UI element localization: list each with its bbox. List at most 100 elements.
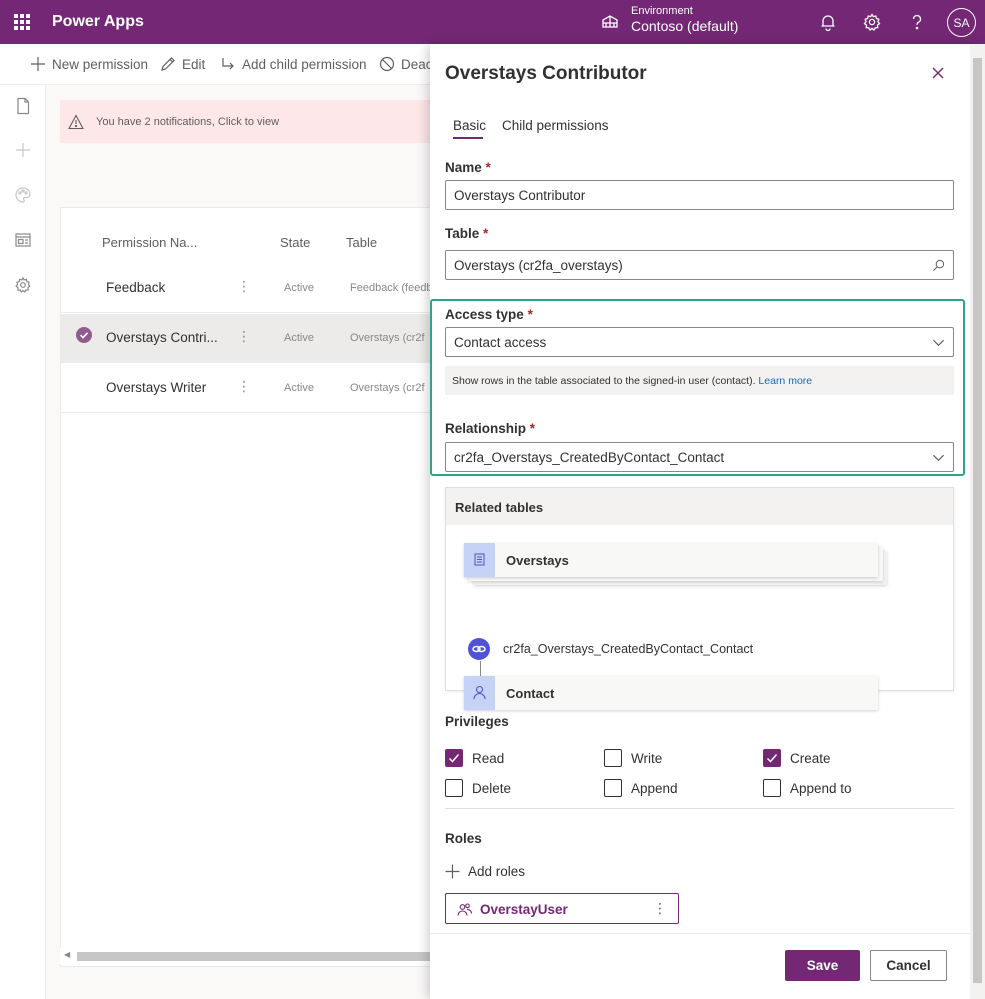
vertical-scrollbar[interactable] — [970, 44, 985, 999]
delete-checkbox[interactable]: Delete — [445, 779, 511, 797]
table-label: Table * — [445, 226, 489, 241]
new-permission-label: New permission — [52, 56, 149, 72]
edit-button[interactable]: Edit — [160, 56, 205, 72]
bell-icon[interactable] — [818, 12, 838, 32]
read-label: Read — [472, 750, 505, 766]
help-icon[interactable] — [907, 12, 927, 32]
row-table: Feedback (feedb — [350, 282, 433, 294]
add-roles-button[interactable]: Add roles — [445, 864, 525, 879]
name-field[interactable]: Overstays Contributor — [445, 180, 954, 210]
table-row[interactable]: Overstays Contri... ⋮ Active Overstays (… — [61, 314, 439, 363]
permission-panel: Overstays Contributor Basic Child permis… — [430, 44, 985, 999]
notification-bar[interactable]: You have 2 notifications, Click to view — [60, 100, 440, 143]
more-options-icon[interactable]: ⋮ — [653, 900, 667, 917]
top-bar: Power Apps Environment Contoso (default)… — [0, 0, 985, 44]
access-type-label: Access type * — [445, 307, 533, 322]
access-type-info: Show rows in the table associated to the… — [445, 366, 954, 395]
access-info-text: Show rows in the table associated to the… — [452, 375, 756, 387]
access-type-value: Contact access — [454, 335, 547, 350]
column-header-name[interactable]: Permission Na... — [102, 235, 197, 250]
row-name[interactable]: Feedback — [106, 280, 165, 295]
block-icon — [379, 56, 395, 72]
append-to-label: Append to — [790, 780, 852, 796]
checkbox-unchecked[interactable] — [445, 779, 463, 797]
environment-value[interactable]: Contoso (default) — [631, 18, 738, 34]
more-options-icon[interactable]: ⋮ — [237, 378, 251, 395]
search-icon[interactable] — [932, 259, 945, 272]
active-tab-indicator — [453, 137, 483, 139]
name-label: Name * — [445, 160, 491, 175]
append-checkbox[interactable]: Append — [604, 779, 678, 797]
create-checkbox[interactable]: Create — [763, 749, 831, 767]
more-options-icon[interactable]: ⋮ — [237, 328, 251, 345]
deactivate-button[interactable]: Deac — [379, 56, 433, 72]
cancel-button[interactable]: Cancel — [870, 950, 947, 981]
palette-icon[interactable] — [14, 186, 32, 204]
checkbox-checked[interactable] — [763, 749, 781, 767]
tab-child-permissions[interactable]: Child permissions — [502, 118, 609, 133]
add-child-permission-label: Add child permission — [242, 56, 367, 72]
table-row[interactable]: Overstays Writer ⋮ Active Overstays (cr2… — [61, 364, 439, 413]
table-icon — [464, 543, 495, 577]
avatar[interactable]: SA — [947, 8, 976, 37]
append-to-checkbox[interactable]: Append to — [763, 779, 852, 797]
close-icon[interactable] — [930, 65, 946, 81]
page-icon[interactable] — [14, 97, 32, 115]
learn-more-link[interactable]: Learn more — [758, 375, 812, 387]
horizontal-scrollbar[interactable]: ◀ — [60, 948, 440, 964]
tab-basic[interactable]: Basic — [453, 118, 486, 133]
append-label: Append — [631, 780, 678, 796]
role-tag[interactable]: OverstayUser ⋮ — [445, 893, 679, 924]
checkbox-unchecked[interactable] — [604, 779, 622, 797]
environment-label: Environment — [631, 5, 693, 17]
connector-line — [480, 661, 481, 676]
row-table: Overstays (cr2f — [350, 332, 425, 344]
relationship-value: cr2fa_Overstays_CreatedByContact_Contact — [454, 450, 725, 465]
layout-icon[interactable] — [14, 231, 32, 249]
add-child-permission-button[interactable]: Add child permission — [220, 56, 367, 72]
panel-title: Overstays Contributor — [445, 63, 647, 84]
checkbox-checked[interactable] — [445, 749, 463, 767]
more-options-icon[interactable]: ⋮ — [237, 278, 251, 295]
related-tables-header: Related tables — [446, 488, 953, 525]
read-checkbox[interactable]: Read — [445, 749, 504, 767]
row-name[interactable]: Overstays Contri... — [106, 330, 218, 345]
scrollbar-thumb[interactable] — [77, 952, 440, 961]
warning-icon — [68, 113, 84, 129]
selected-check-icon[interactable] — [76, 327, 92, 343]
row-state: Active — [284, 282, 314, 294]
related-table-target: Contact — [464, 676, 878, 710]
footer-divider — [430, 933, 970, 934]
relationship-dropdown[interactable]: cr2fa_Overstays_CreatedByContact_Contact — [445, 442, 954, 472]
app-title[interactable]: Power Apps — [52, 13, 144, 31]
column-header-table[interactable]: Table — [346, 235, 377, 250]
access-type-dropdown[interactable]: Contact access — [445, 327, 954, 357]
privileges-label: Privileges — [445, 714, 509, 729]
pencil-icon — [161, 57, 175, 71]
table-lookup-field[interactable]: Overstays (cr2fa_overstays) — [445, 250, 954, 280]
new-permission-button[interactable]: New permission — [30, 56, 148, 72]
scroll-left-icon[interactable]: ◀ — [64, 950, 70, 959]
plus-icon — [31, 57, 45, 71]
plus-icon[interactable] — [14, 141, 32, 159]
scrollbar-thumb[interactable] — [973, 58, 982, 983]
row-name[interactable]: Overstays Writer — [106, 380, 206, 395]
name-value: Overstays Contributor — [454, 188, 586, 203]
table-value: Overstays (cr2fa_overstays) — [454, 258, 623, 273]
settings-icon[interactable] — [14, 276, 32, 294]
deactivate-label: Deac — [401, 56, 433, 72]
child-arrow-icon — [222, 58, 234, 70]
checkbox-unchecked[interactable] — [763, 779, 781, 797]
write-checkbox[interactable]: Write — [604, 749, 662, 767]
save-button[interactable]: Save — [785, 950, 860, 981]
divider — [445, 808, 954, 809]
waffle-icon[interactable] — [14, 14, 30, 30]
column-header-state[interactable]: State — [280, 235, 310, 250]
gear-icon[interactable] — [862, 12, 882, 32]
table-row[interactable]: Feedback ⋮ Active Feedback (feedb — [61, 264, 439, 313]
related-tables-card: Related tables Overstays cr2fa_Overstays… — [445, 487, 954, 710]
create-label: Create — [790, 750, 831, 766]
plus-icon — [445, 864, 460, 879]
checkbox-unchecked[interactable] — [604, 749, 622, 767]
write-label: Write — [631, 750, 663, 766]
